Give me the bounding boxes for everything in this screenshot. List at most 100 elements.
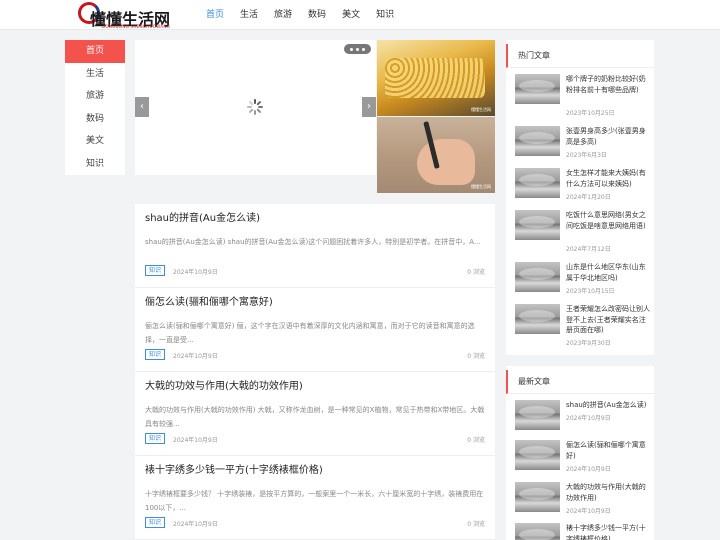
article-thumbnail[interactable] [515,262,560,292]
hot-article-date: 2023年9月30日 [566,340,611,347]
hot-article-item[interactable]: 吃饭什么意思网络(男女之间吃饭是啥意思网络用语) 2024年7月12日 [515,210,650,253]
latest-article-date: 2024年10月9日 [566,415,611,422]
nav-life[interactable]: 生活 [232,0,266,30]
hot-article-date: 2023年10月15日 [566,288,615,295]
image-watermark: 懂懂生活网 [471,107,491,112]
hot-article-title[interactable]: 张壹男身高多少(张壹男身高是多高) [566,126,650,147]
hot-article-item[interactable]: 王者荣耀怎么改密码让别人登不上去(王者荣耀实名注册页面在哪) 2023年9月30… [515,304,650,347]
latest-article-item[interactable]: 大戟的功效与作用(大戟的功效作用) 2024年10月9日 [515,482,650,524]
category-life[interactable]: 生活 [65,63,125,86]
logo-subtitle: DONGDONG SHENGHUOWANG [102,24,171,29]
article-thumbnail[interactable] [515,74,560,104]
carousel-prev-button[interactable]: ‹ [135,97,149,117]
article-meta: 知识 2024年10月9日 0 浏览 [145,349,485,360]
site-logo[interactable]: 懂懂生活网 DONGDONG SHENGHUOWANG [78,2,178,30]
hot-article-item[interactable]: 女生怎样才能来大姨妈(有什么方法可以来姨妈) 2024年1月20日 [515,168,650,210]
article-meta: 知识 2024年10月9日 0 浏览 [145,265,485,276]
article-thumbnail[interactable] [515,400,560,430]
site-header: 懂懂生活网 DONGDONG SHENGHUOWANG 首页 生活 旅游 数码 … [0,0,720,30]
article-meta: 知识 2024年10月9日 0 浏览 [145,517,485,528]
article-views: 0 浏览 [467,521,485,528]
article-summary: 俪怎么读(骊和俪哪个寓意好) 俪，这个字在汉语中有着深厚的文化内涵和寓意，而对于… [145,322,475,344]
article-views: 0 浏览 [467,269,485,276]
article-thumbnail[interactable] [515,304,560,334]
featured-image-honeycomb[interactable]: 懂懂生活网 [377,40,495,116]
hot-article-item[interactable]: 张壹男身高多少(张壹男身高是多高) 2023年6月3日 [515,126,650,168]
article-thumbnail[interactable] [515,210,560,240]
nav-travel[interactable]: 旅游 [266,0,300,30]
carousel-next-button[interactable]: › [362,97,376,117]
article-summary: 大戟的功效与作用(大戟的功效作用) 大戟，又称作龙血树，是一种常见的X植物，常见… [145,406,485,428]
category-menu: 首页 生活 旅游 数码 美文 知识 [65,40,125,175]
honeycomb-graphic [385,58,485,98]
hot-article-item[interactable]: 哪个牌子的奶粉比较好(奶粉排名前十有哪些品牌) 2023年10月25日 [515,74,650,117]
article-date: 2024年10月9日 [173,521,218,528]
article-item: shau的拼音(Au金怎么读) shau的拼音(Au金怎么读) shau的拼音(… [135,204,495,288]
nav-digital[interactable]: 数码 [300,0,334,30]
latest-article-title[interactable]: shau的拼音(Au金怎么读) [566,400,650,411]
hot-article-date: 2024年1月20日 [566,194,611,201]
category-travel[interactable]: 旅游 [65,85,125,108]
article-tag[interactable]: 知识 [145,349,166,360]
nav-essay[interactable]: 美文 [334,0,368,30]
article-summary: shau的拼音(Au金怎么读) shau的拼音(Au金怎么读)这个问题困扰着许多… [145,238,481,246]
article-thumbnail[interactable] [515,168,560,198]
article-date: 2024年10月9日 [173,353,218,360]
article-thumbnail[interactable] [515,523,560,540]
article-item: 大戟的功效与作用(大戟的功效作用) 大戟的功效与作用(大戟的功效作用) 大戟，又… [135,372,495,456]
hot-article-date: 2023年6月3日 [566,152,607,159]
article-list: shau的拼音(Au金怎么读) shau的拼音(Au金怎么读) shau的拼音(… [135,204,495,540]
latest-article-title[interactable]: 俪怎么读(骊和俪哪个寓意好) [566,440,650,461]
loading-spinner-icon [247,99,263,115]
hot-article-title[interactable]: 女生怎样才能来大姨妈(有什么方法可以来姨妈) [566,168,650,189]
image-watermark: 懂懂生活网 [471,184,491,189]
article-title[interactable]: 裱十字绣多少钱一平方(十字绣裱框价格) [145,464,485,478]
article-summary: 十字绣裱框要多少钱？ 十字绣装裱，是按平方算的，一般案里一个一米长，六十厘米宽的… [145,490,484,512]
article-date: 2024年10月9日 [173,269,218,276]
latest-article-item[interactable]: 裱十字绣多少钱一平方(十字绣裱框价格) [515,523,650,540]
article-thumbnail[interactable] [515,482,560,512]
article-tag[interactable]: 知识 [145,517,166,528]
article-thumbnail[interactable] [515,126,560,156]
featured-image-pen[interactable]: 懂懂生活网 [377,117,495,193]
hot-article-title[interactable]: 吃饭什么意思网络(男女之间吃饭是啥意思网络用语) [566,210,650,231]
latest-articles-panel: 最新文章 shau的拼音(Au金怎么读) 2024年10月9日 俪怎么读(骊和俪… [506,366,654,540]
category-essay[interactable]: 美文 [65,130,125,153]
article-date: 2024年10月9日 [173,437,218,444]
nav-knowledge[interactable]: 知识 [368,0,402,30]
main-nav: 首页 生活 旅游 数码 美文 知识 [198,0,402,30]
hand-graphic [417,139,475,185]
article-views: 0 浏览 [467,353,485,360]
article-item: 俪怎么读(骊和俪哪个寓意好) 俪怎么读(骊和俪哪个寓意好) 俪，这个字在汉语中有… [135,288,495,372]
latest-article-title[interactable]: 大戟的功效与作用(大戟的功效作用) [566,482,650,503]
hot-articles-panel: 热门文章 哪个牌子的奶粉比较好(奶粉排名前十有哪些品牌) 2023年10月25日… [506,40,654,355]
latest-article-title[interactable]: 裱十字绣多少钱一平方(十字绣裱框价格) [566,523,650,540]
hot-article-title[interactable]: 哪个牌子的奶粉比较好(奶粉排名前十有哪些品牌) [566,74,650,95]
hot-articles-title: 热门文章 [506,44,654,68]
article-views: 0 浏览 [467,437,485,444]
article-title[interactable]: shau的拼音(Au金怎么读) [145,212,485,226]
latest-article-item[interactable]: 俪怎么读(骊和俪哪个寓意好) 2024年10月9日 [515,440,650,482]
hot-article-title[interactable]: 王者荣耀怎么改密码让别人登不上去(王者荣耀实名注册页面在哪) [566,304,650,336]
category-digital[interactable]: 数码 [65,108,125,131]
hot-article-date: 2023年10月25日 [566,110,615,117]
hot-article-item[interactable]: 山东是什么地区华东(山东属于华北地区吗) 2023年10月15日 [515,262,650,304]
article-thumbnail[interactable] [515,440,560,470]
article-item: 裱十字绣多少钱一平方(十字绣裱框价格) 十字绣裱框要多少钱？ 十字绣装裱，是按平… [135,456,495,540]
latest-article-date: 2024年10月9日 [566,508,611,515]
hot-article-date: 2024年7月12日 [566,246,611,253]
article-title[interactable]: 俪怎么读(骊和俪哪个寓意好) [145,296,485,310]
category-home[interactable]: 首页 [65,40,125,63]
article-tag[interactable]: 知识 [145,433,166,444]
latest-article-date: 2024年10月9日 [566,466,611,473]
article-meta: 知识 2024年10月9日 0 浏览 [145,433,485,444]
latest-articles-title: 最新文章 [506,370,654,394]
article-tag[interactable]: 知识 [145,265,166,276]
nav-home[interactable]: 首页 [198,0,232,30]
hot-article-title[interactable]: 山东是什么地区华东(山东属于华北地区吗) [566,262,650,283]
article-title[interactable]: 大戟的功效与作用(大戟的功效作用) [145,380,485,394]
category-knowledge[interactable]: 知识 [65,153,125,176]
carousel: ‹ › [135,40,376,175]
carousel-dots[interactable] [344,44,371,54]
latest-article-item[interactable]: shau的拼音(Au金怎么读) 2024年10月9日 [515,400,650,442]
